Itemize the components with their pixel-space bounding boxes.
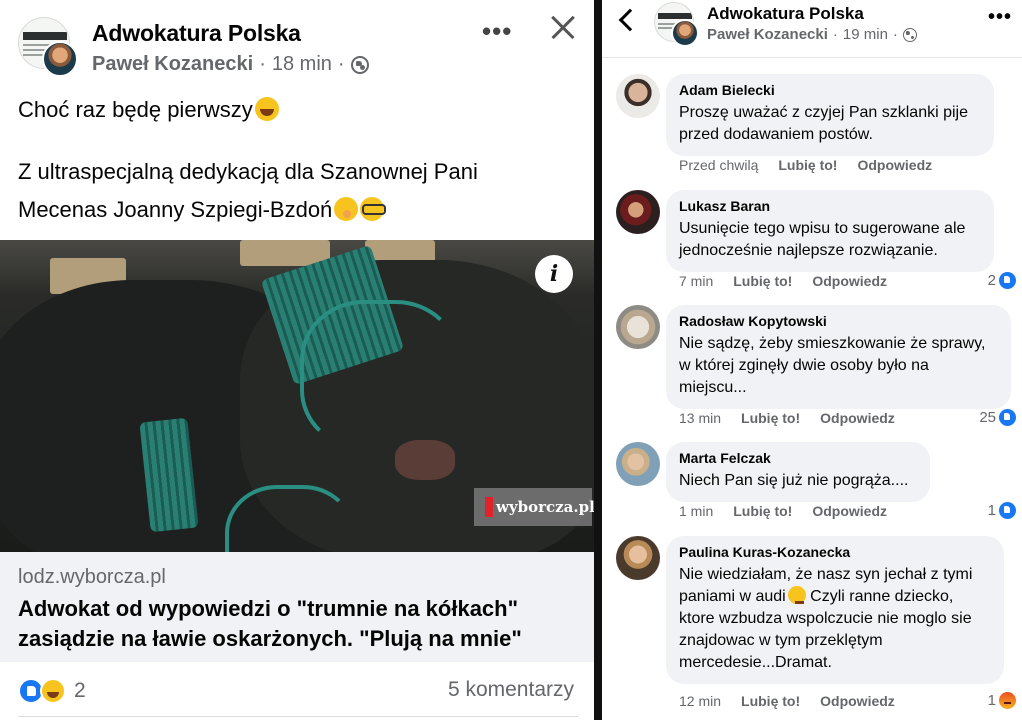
post-text-line3: Mecenas Joanny Szpiegi-Bzdoń <box>18 192 387 228</box>
like-icon <box>999 502 1016 519</box>
comment-bubble: Lukasz Baran Usunięcie tego wpisu to sug… <box>666 190 994 272</box>
like-button[interactable]: Lubię to! <box>778 157 837 173</box>
link-preview-image[interactable]: i wyborcza.pl <box>0 240 594 552</box>
comment-text: Proszę uważać z czyjej Pan szklanki pije… <box>679 104 969 143</box>
comment-actions: 12 min Lubię to! Odpowiedz <box>679 693 895 709</box>
comment-time[interactable]: 12 min <box>679 693 721 709</box>
comment-actions: Przed chwilą Lubię to! Odpowiedz <box>679 157 932 173</box>
like-icon <box>999 409 1016 426</box>
post-text-line1: Choć raz będę pierwszy <box>18 92 279 128</box>
commenter-name[interactable]: Paulina Kuras-Kozanecka <box>679 544 990 560</box>
meta-separator: · <box>892 26 898 43</box>
page-name[interactable]: Adwokatura Polska <box>707 4 864 24</box>
comment-actions: 1 min Lubię to! Odpowiedz <box>679 503 887 519</box>
reply-button[interactable]: Odpowiedz <box>820 693 895 709</box>
thinking-emoji-icon <box>787 586 806 604</box>
comment-reactions[interactable]: 1 <box>988 692 1016 709</box>
like-button[interactable]: Lubię to! <box>733 273 792 289</box>
comment-reactions[interactable]: 2 <box>988 272 1016 289</box>
more-icon[interactable]: ••• <box>988 6 1012 29</box>
comment-time[interactable]: 13 min <box>679 410 721 426</box>
reaction-count: 1 <box>987 692 996 709</box>
commenter-name[interactable]: Lukasz Baran <box>679 198 980 214</box>
author-name[interactable]: Paweł Kozanecki <box>92 53 253 76</box>
author-avatar[interactable] <box>42 41 78 77</box>
commenter-name[interactable]: Radosław Kopytowski <box>679 313 997 329</box>
commenter-avatar[interactable] <box>616 536 660 580</box>
comment-bubble: Adam Bielecki Proszę uważać z czyjej Pan… <box>666 74 994 156</box>
comment-text: Nie sądzę, żeby smieszkowanie że sprawy,… <box>679 335 986 396</box>
reply-button[interactable]: Odpowiedz <box>820 410 895 426</box>
reply-button[interactable]: Odpowiedz <box>812 503 887 519</box>
laughing-emoji-icon <box>254 97 279 121</box>
meta-separator: · <box>337 53 345 75</box>
post-meta: Paweł Kozanecki · 18 min · <box>92 53 369 76</box>
close-icon[interactable] <box>546 10 580 44</box>
author-name[interactable]: Paweł Kozanecki <box>707 26 828 43</box>
commenter-avatar[interactable] <box>616 305 660 349</box>
reply-button[interactable]: Odpowiedz <box>857 157 932 173</box>
author-avatar[interactable] <box>671 19 699 47</box>
commenter-avatar[interactable] <box>616 190 660 234</box>
post-meta: Paweł Kozanecki · 19 min · <box>707 26 917 43</box>
comment-text: Niech Pan się już nie pogrąża.... <box>679 472 909 489</box>
commenter-avatar[interactable] <box>616 74 660 118</box>
commenter-name[interactable]: Adam Bielecki <box>679 82 980 98</box>
reaction-count: 2 <box>74 679 86 702</box>
meta-separator: · <box>259 53 266 75</box>
post-text-3: Mecenas Joanny Szpiegi-Bzdoń <box>18 197 333 222</box>
comments-header: Adwokatura Polska Paweł Kozanecki · 19 m… <box>602 0 1022 58</box>
comments-panel: Adwokatura Polska Paweł Kozanecki · 19 m… <box>602 0 1022 720</box>
reaction-count: 25 <box>979 409 996 426</box>
more-icon[interactable]: ••• <box>482 16 512 47</box>
like-button[interactable]: Lubię to! <box>741 410 800 426</box>
haha-icon <box>40 678 66 704</box>
info-icon[interactable]: i <box>535 255 573 293</box>
comment-bubble: Marta Felczak Niech Pan się już nie pogr… <box>666 442 930 502</box>
back-icon[interactable] <box>618 8 642 32</box>
comment-actions: 13 min Lubię to! Odpowiedz <box>679 410 895 426</box>
post-time[interactable]: 19 min <box>843 26 888 43</box>
commenter-name[interactable]: Marta Felczak <box>679 450 916 466</box>
comment-bubble: Radosław Kopytowski Nie sądzę, żeby smie… <box>666 305 1011 409</box>
reaction-count: 1 <box>987 502 996 519</box>
divider <box>18 716 578 717</box>
nerd-emoji-icon <box>360 197 387 221</box>
reaction-summary[interactable]: 2 <box>18 678 86 704</box>
link-preview-box[interactable]: lodz.wyborcza.pl Adwokat od wypowiedzi o… <box>0 552 594 662</box>
comment-count[interactable]: 5 komentarzy <box>448 678 574 702</box>
globe-icon <box>350 55 369 74</box>
like-icon <box>999 272 1016 289</box>
comment-reactions[interactable]: 25 <box>979 409 1016 426</box>
link-title[interactable]: Adwokat od wypowiedzi o "trumnie na kółk… <box>18 594 578 654</box>
like-button[interactable]: Lubię to! <box>733 503 792 519</box>
page-name[interactable]: Adwokatura Polska <box>92 20 301 47</box>
comment-time[interactable]: Przed chwilą <box>679 157 758 173</box>
like-button[interactable]: Lubię to! <box>741 693 800 709</box>
angry-icon <box>999 692 1016 709</box>
meta-separator: · <box>832 26 838 43</box>
post-panel: Adwokatura Polska Paweł Kozanecki · 18 m… <box>0 0 594 720</box>
commenter-avatar[interactable] <box>616 442 660 486</box>
comment-text: Usunięcie tego wpisu to sugerowane ale j… <box>679 220 966 259</box>
page-avatar[interactable] <box>18 17 78 77</box>
reaction-count: 2 <box>987 272 996 289</box>
globe-icon <box>902 27 917 42</box>
panel-separator <box>594 0 602 720</box>
comment-time[interactable]: 7 min <box>679 273 713 289</box>
post-text-2: Z ultraspecjalną dedykacją dla Szanownej… <box>18 159 478 184</box>
comment-bubble: Paulina Kuras-Kozanecka Nie wiedziałam, … <box>666 536 1004 684</box>
comment-actions: 7 min Lubię to! Odpowiedz <box>679 273 887 289</box>
page-avatar[interactable] <box>654 2 699 47</box>
comment-text: Nie wiedziałam, że nasz syn jechał z tym… <box>679 564 990 674</box>
post-text-1: Choć raz będę pierwszy <box>18 97 253 122</box>
post-time[interactable]: 18 min <box>272 53 332 76</box>
hush-emoji-icon <box>334 197 359 221</box>
reply-button[interactable]: Odpowiedz <box>812 273 887 289</box>
comment-time[interactable]: 1 min <box>679 503 713 519</box>
link-domain: lodz.wyborcza.pl <box>18 566 166 588</box>
wyborcza-badge: wyborcza.pl <box>474 488 594 526</box>
comment-reactions[interactable]: 1 <box>988 502 1016 519</box>
